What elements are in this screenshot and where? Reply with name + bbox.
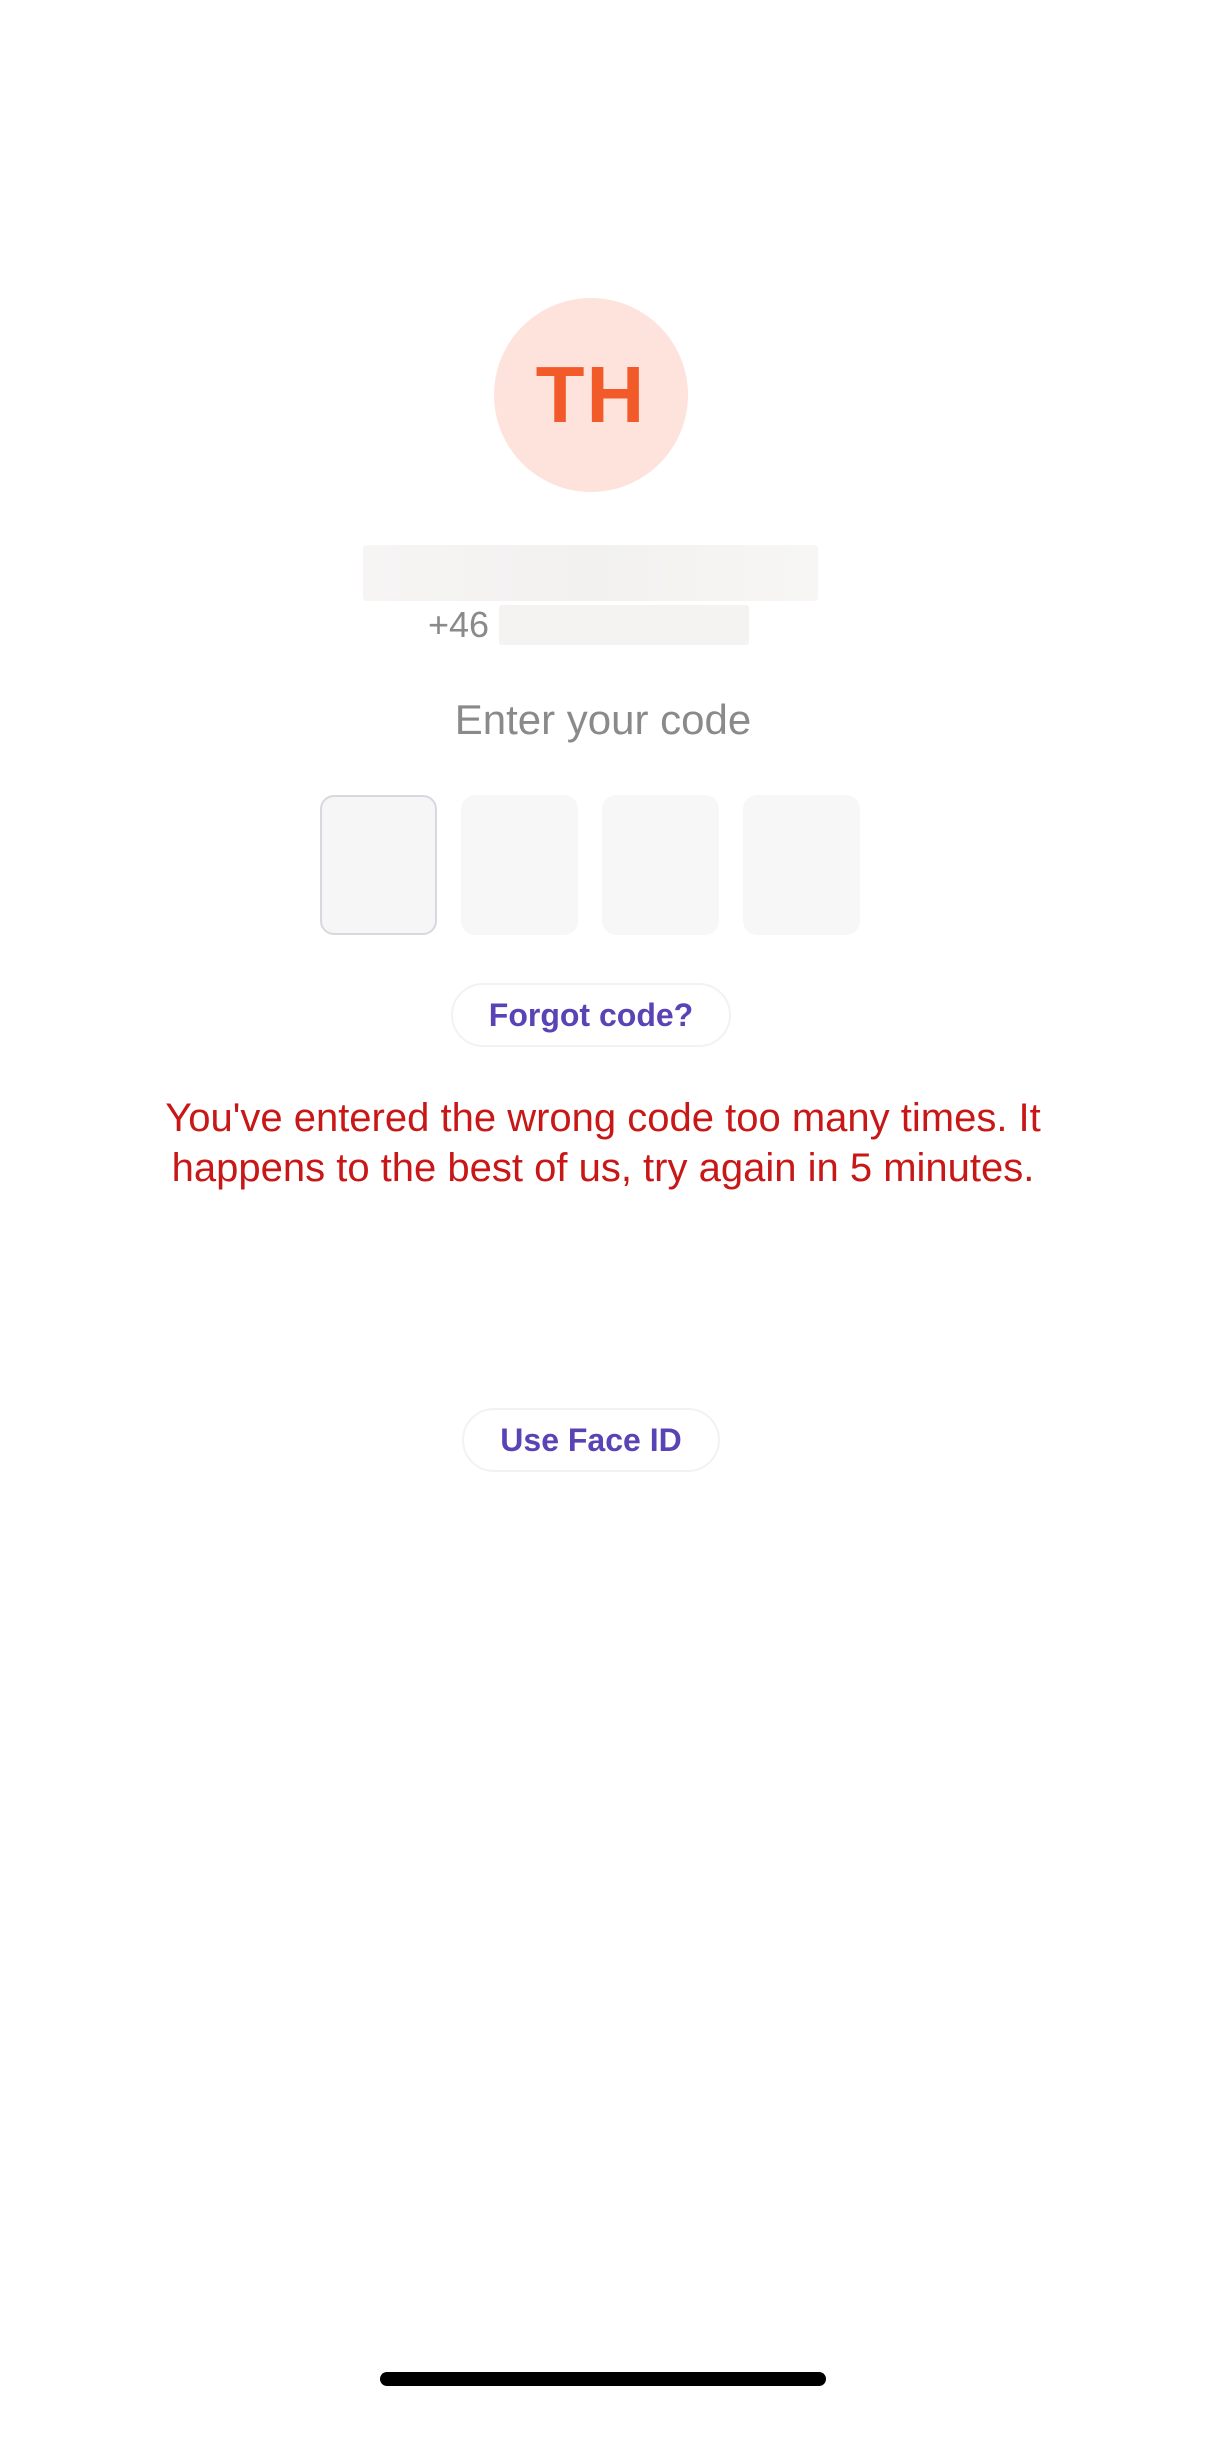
code-input-group [320,795,860,935]
enter-code-prompt: Enter your code [454,696,752,743]
avatar: TH [494,298,688,492]
home-indicator[interactable] [380,2372,826,2386]
login-screen: TH +46 Enter your code Forgot code? You'… [0,0,1206,2458]
avatar-initials: TH [535,350,647,439]
forgot-code-button[interactable]: Forgot code? [451,983,731,1047]
code-digit-1-input[interactable] [320,795,437,935]
code-digit-4-input[interactable] [743,795,860,935]
phone-redacted-placeholder [499,605,750,645]
phone-number-row: +46 [428,604,750,646]
error-message: You've entered the wrong code too many t… [80,1093,1126,1193]
code-digit-3-input[interactable] [602,795,719,935]
error-message-line-1: You've entered the wrong code too many t… [165,1096,1041,1140]
code-digit-2-input[interactable] [461,795,578,935]
phone-prefix: +46 [428,604,490,645]
error-message-line-2: happens to the best of us, try again in … [171,1146,1035,1190]
name-redacted-placeholder [363,545,818,601]
use-face-id-button[interactable]: Use Face ID [462,1408,720,1472]
